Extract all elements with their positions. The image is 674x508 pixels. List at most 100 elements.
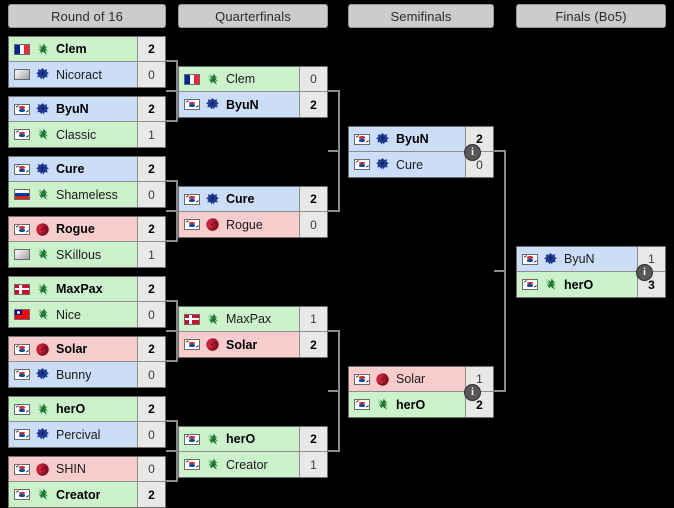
zerg-race-icon xyxy=(207,73,218,85)
match-ro16-m1[interactable]: Clem 2 Nicoract 0 xyxy=(8,36,166,88)
match-row[interactable]: Creator 2 xyxy=(9,482,165,507)
match-row[interactable]: Percival 0 xyxy=(9,422,165,447)
match-row[interactable]: Classic 1 xyxy=(9,122,165,147)
match-row[interactable]: Cure 2 xyxy=(179,187,327,212)
match-row[interactable]: Clem 2 xyxy=(9,37,165,62)
player-name[interactable]: ByuN xyxy=(226,98,259,112)
match-qf-m2[interactable]: Cure 2 Rogue 0 xyxy=(178,186,328,238)
match-ro16-m6[interactable]: Solar 2 Bunny 0 xyxy=(8,336,166,388)
player-name[interactable]: Clem xyxy=(226,72,255,86)
match-row[interactable]: Nice 0 xyxy=(9,302,165,327)
player-name[interactable]: Nicoract xyxy=(56,68,102,82)
player-name[interactable]: Solar xyxy=(226,338,257,352)
flag-south-korea xyxy=(522,253,538,265)
player-name[interactable]: herO xyxy=(564,278,593,292)
match-row[interactable]: Cure 2 xyxy=(9,157,165,182)
player-name[interactable]: Creator xyxy=(56,488,100,502)
player-name[interactable]: Shameless xyxy=(56,188,118,202)
match-row[interactable]: Creator 1 xyxy=(179,452,327,477)
match-row[interactable]: SKillous 1 xyxy=(9,242,165,267)
match-ro16-m4[interactable]: Rogue 2 SKillous 1 xyxy=(8,216,166,268)
player-cell: Rogue xyxy=(179,212,299,237)
zerg-race-icon xyxy=(207,433,218,445)
zerg-race-icon xyxy=(207,313,218,325)
player-name[interactable]: ByuN xyxy=(564,252,595,266)
player-name[interactable]: Classic xyxy=(56,128,96,142)
match-info-icon[interactable]: i xyxy=(464,384,481,401)
player-name[interactable]: Rogue xyxy=(56,222,95,236)
match-qf-m1[interactable]: Clem 0 ByuN 2 xyxy=(178,66,328,118)
player-cell: MaxPax xyxy=(179,307,299,331)
match-row[interactable]: ByuN 2 xyxy=(9,97,165,122)
flag-south-korea xyxy=(354,373,370,385)
player-cell: Cure xyxy=(9,157,137,181)
match-ro16-m2[interactable]: ByuN 2 Classic 1 xyxy=(8,96,166,148)
match-row[interactable]: SHIN 0 xyxy=(9,457,165,482)
player-name[interactable]: Cure xyxy=(396,158,423,172)
player-name[interactable]: Creator xyxy=(226,458,268,472)
match-ro16-m3[interactable]: Cure 2 Shameless 0 xyxy=(8,156,166,208)
player-name[interactable]: ByuN xyxy=(56,102,89,116)
match-row[interactable]: Solar 2 xyxy=(179,332,327,357)
flag-denmark xyxy=(14,283,30,295)
match-row[interactable]: MaxPax 1 xyxy=(179,307,327,332)
bracket-connector xyxy=(494,270,506,272)
player-name[interactable]: Bunny xyxy=(56,368,91,382)
player-score: 0 xyxy=(137,302,165,327)
protoss-race-icon xyxy=(206,218,219,231)
match-info-icon[interactable]: i xyxy=(464,144,481,161)
match-ro16-m7[interactable]: herO 2 Percival 0 xyxy=(8,396,166,448)
player-name[interactable]: Rogue xyxy=(226,218,263,232)
player-name[interactable]: MaxPax xyxy=(56,282,103,296)
player-name[interactable]: herO xyxy=(226,432,255,446)
player-cell: ByuN xyxy=(517,247,637,271)
player-name[interactable]: MaxPax xyxy=(226,312,271,326)
round-header-2: Semifinals xyxy=(348,4,494,28)
flag-unknown xyxy=(14,249,30,260)
player-name[interactable]: herO xyxy=(56,402,85,416)
match-row[interactable]: Rogue 2 xyxy=(9,217,165,242)
match-row[interactable]: Bunny 0 xyxy=(9,362,165,387)
player-name[interactable]: SKillous xyxy=(56,248,101,262)
player-name[interactable]: Nice xyxy=(56,308,81,322)
match-row[interactable]: Shameless 0 xyxy=(9,182,165,207)
match-row[interactable]: Nicoract 0 xyxy=(9,62,165,87)
match-row[interactable]: Clem 0 xyxy=(179,67,327,92)
player-cell: Shameless xyxy=(9,182,137,207)
player-cell: Classic xyxy=(9,122,137,147)
flag-south-korea xyxy=(14,403,30,415)
bracket-connector xyxy=(166,210,178,212)
flag-france xyxy=(14,43,30,55)
player-name[interactable]: Cure xyxy=(56,162,84,176)
match-row[interactable]: Solar 2 xyxy=(9,337,165,362)
player-score: 1 xyxy=(137,122,165,147)
player-name[interactable]: Solar xyxy=(396,372,425,386)
match-qf-m3[interactable]: MaxPax 1 Solar 2 xyxy=(178,306,328,358)
zerg-race-icon xyxy=(37,188,48,200)
player-name[interactable]: herO xyxy=(396,398,425,412)
player-name[interactable]: Percival xyxy=(56,428,100,442)
match-qf-m4[interactable]: herO 2 Creator 1 xyxy=(178,426,328,478)
flag-south-korea xyxy=(354,133,370,145)
player-name[interactable]: ByuN xyxy=(396,132,429,146)
terran-race-icon xyxy=(544,252,557,264)
flag-south-korea xyxy=(522,279,538,290)
player-score: 0 xyxy=(137,62,165,87)
player-name[interactable]: Clem xyxy=(56,42,87,56)
player-name[interactable]: Cure xyxy=(226,192,254,206)
bracket-connector xyxy=(328,150,340,152)
player-cell: Nicoract xyxy=(9,62,137,87)
player-name[interactable]: Solar xyxy=(56,342,87,356)
match-row[interactable]: ByuN 2 xyxy=(179,92,327,117)
terran-race-icon xyxy=(376,132,389,144)
match-row[interactable]: MaxPax 2 xyxy=(9,277,165,302)
match-row[interactable]: Rogue 0 xyxy=(179,212,327,237)
flag-south-korea xyxy=(14,463,30,475)
match-row[interactable]: herO 2 xyxy=(9,397,165,422)
match-info-icon[interactable]: i xyxy=(636,264,653,281)
flag-south-korea xyxy=(14,343,30,355)
match-row[interactable]: herO 2 xyxy=(179,427,327,452)
player-name[interactable]: SHIN xyxy=(56,462,86,476)
match-ro16-m8[interactable]: SHIN 0 Creator 2 xyxy=(8,456,166,508)
match-ro16-m5[interactable]: MaxPax 2 Nice 0 xyxy=(8,276,166,328)
